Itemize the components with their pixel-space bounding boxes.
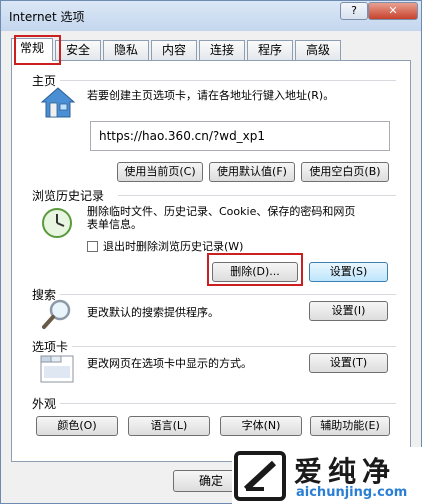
magnifier-icon (42, 299, 71, 329)
use-default-button[interactable]: 使用默认值(F) (209, 162, 295, 182)
history-group-title: 浏览历史记录 (32, 189, 105, 203)
history-settings-button[interactable]: 设置(S) (309, 262, 388, 282)
tab-privacy[interactable]: 隐私 (103, 40, 149, 60)
search-settings-button[interactable]: 设置(I) (309, 301, 388, 321)
tabs-window-icon (40, 355, 74, 383)
home-divider (60, 80, 396, 81)
search-divider (60, 294, 396, 295)
home-description: 若要创建主页选项卡，请在各地址行键入地址(R)。 (87, 89, 335, 102)
history-description-line1: 删除临时文件、历史记录、Cookie、保存的密码和网页 (87, 205, 356, 218)
delete-on-exit-label: 退出时删除浏览历史记录(W) (103, 240, 244, 253)
window-title: Internet 选项 (9, 10, 85, 24)
close-button[interactable]: ✕ (368, 2, 418, 20)
use-blank-button[interactable]: 使用空白页(B) (301, 162, 389, 182)
tabs-settings-button[interactable]: 设置(T) (309, 353, 388, 373)
delete-on-exit-checkbox[interactable] (87, 241, 98, 252)
fonts-button[interactable]: 字体(N) (220, 416, 302, 436)
history-description-line2: 表单信息。 (87, 218, 142, 231)
tabs-divider (72, 346, 396, 347)
tabs-description: 更改网页在选项卡中显示的方式。 (87, 357, 252, 370)
tab-connections[interactable]: 连接 (199, 40, 245, 60)
watermark-logo: 爱纯净 aichunjing.com (232, 447, 422, 504)
help-button[interactable]: ? (340, 2, 368, 20)
tab-programs[interactable]: 程序 (247, 40, 293, 60)
watermark-url: aichunjing.com (296, 485, 408, 500)
search-description: 更改默认的搜索提供程序。 (87, 306, 219, 319)
use-current-button[interactable]: 使用当前页(C) (117, 162, 203, 182)
homepage-url-field[interactable]: https://hao.360.cn/?wd_xp1 (90, 121, 390, 151)
colors-button[interactable]: 颜色(O) (36, 416, 118, 436)
history-clock-icon (42, 208, 72, 238)
appearance-divider (60, 403, 396, 404)
internet-options-dialog: Internet 选项 ? ✕ 常规 安全 隐私 内容 连接 程序 高级 主页 … (0, 0, 422, 504)
appearance-group-title: 外观 (32, 397, 57, 411)
title-bar: Internet 选项 ? ✕ (1, 1, 421, 31)
home-icon (40, 87, 76, 118)
languages-button[interactable]: 语言(L) (128, 416, 210, 436)
tab-security[interactable]: 安全 (55, 40, 101, 60)
tabs-group-title: 选项卡 (32, 340, 69, 354)
watermark-logo-icon (234, 451, 286, 501)
tab-advanced[interactable]: 高级 (295, 40, 341, 60)
highlight-general-tab (14, 35, 61, 65)
accessibility-button[interactable]: 辅助功能(E) (310, 416, 390, 436)
highlight-delete-button (207, 253, 303, 286)
history-divider (118, 195, 396, 196)
watermark-brand: 爱纯净 (294, 455, 397, 488)
tab-content[interactable]: 内容 (151, 40, 197, 60)
